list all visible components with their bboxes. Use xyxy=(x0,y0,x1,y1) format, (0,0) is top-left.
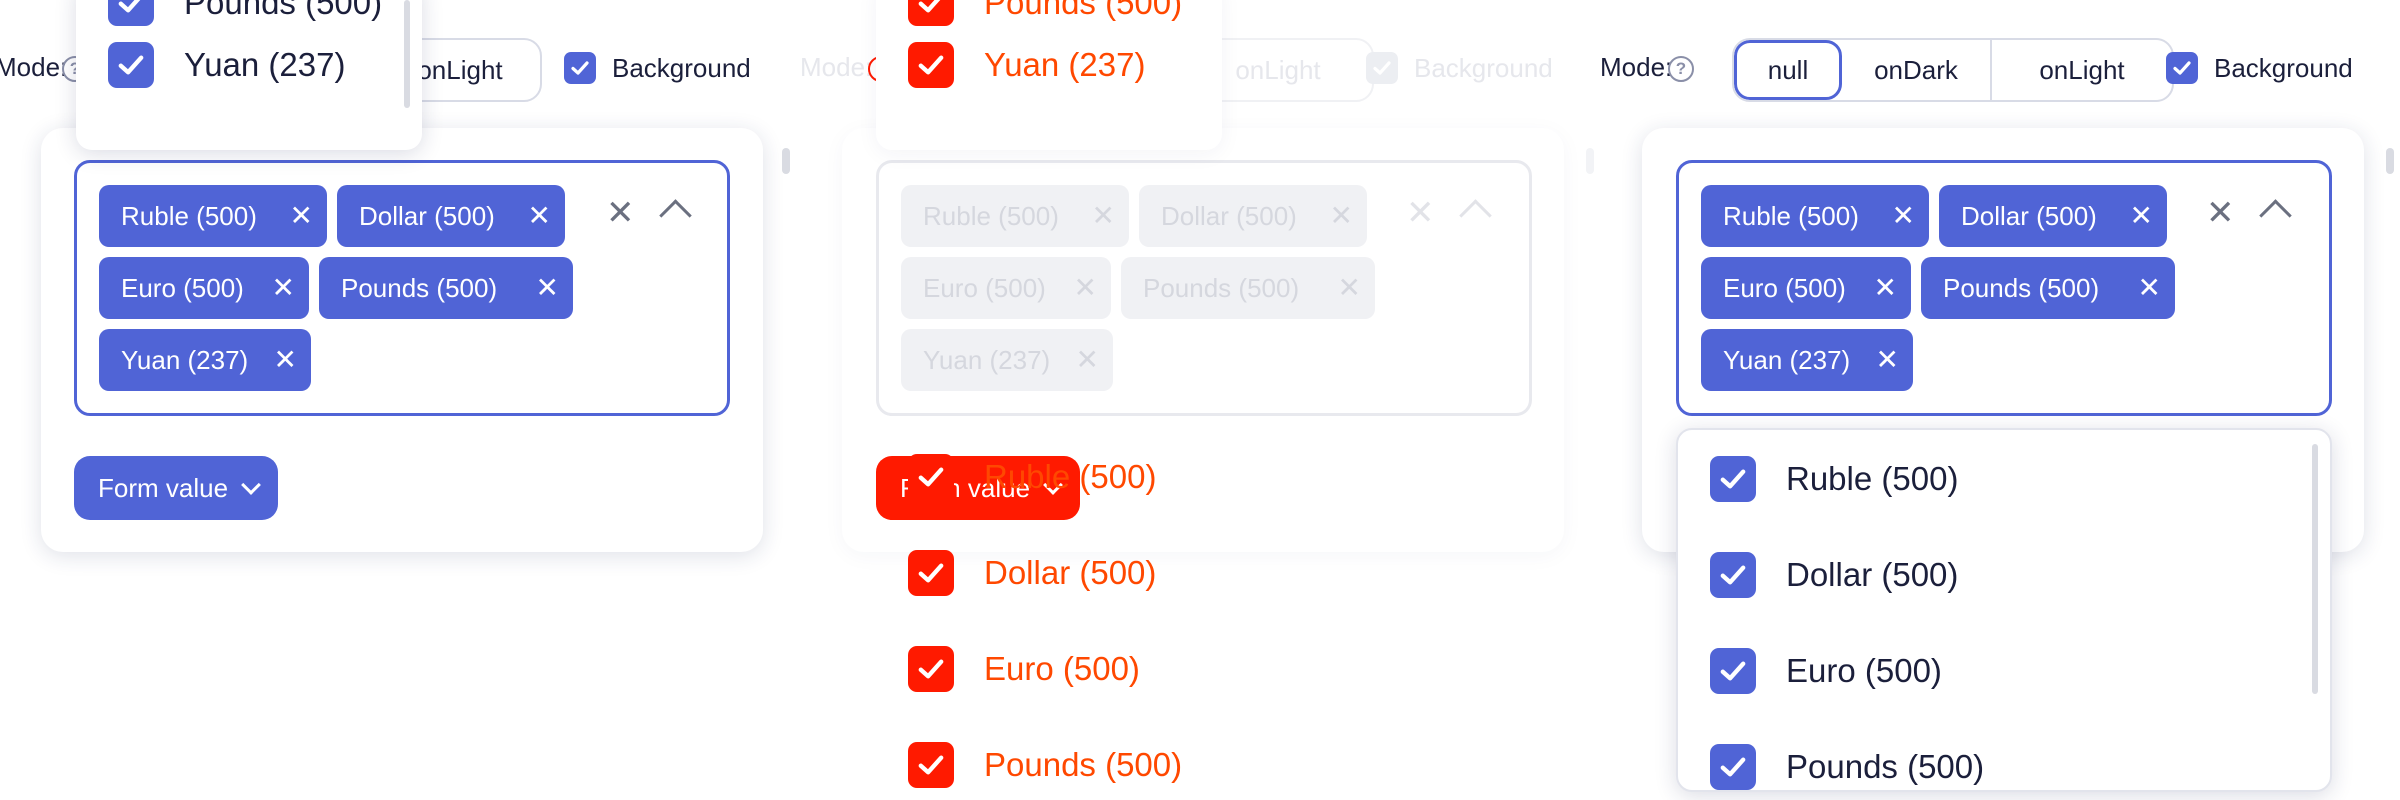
tag-remove-icon[interactable]: ✕ xyxy=(274,346,297,374)
segment-onlight[interactable]: onLight xyxy=(1992,40,2172,100)
tag-pounds: Pounds (500) ✕ xyxy=(1921,257,2175,319)
tag-euro: Euro (500) ✕ xyxy=(99,257,309,319)
background-checkbox[interactable]: Background xyxy=(2166,52,2353,84)
checkbox-checked-icon xyxy=(1710,744,1756,790)
tag-remove-icon[interactable]: ✕ xyxy=(1892,202,1915,230)
tag-remove-icon[interactable]: ✕ xyxy=(2138,274,2161,302)
card-scrollbar[interactable] xyxy=(1586,148,1594,174)
background-label: Background xyxy=(612,52,751,83)
demo-panel-2: Mode: ? null onDark onLight Background R… xyxy=(800,0,1600,800)
options-list-bottom: Ruble (500) Dollar (500) Euro (500) Poun… xyxy=(876,430,1276,800)
dropdown-scrollbar[interactable] xyxy=(2312,444,2318,694)
tag-dollar: Dollar (500) ✕ xyxy=(337,185,565,247)
tag-yuan: Yuan (237) ✕ xyxy=(1701,329,1913,391)
segment-onlight[interactable]: onLight xyxy=(1198,40,1358,100)
demo-panel-3: Mode: ? null onDark onLight Background R… xyxy=(1600,0,2400,800)
tag-remove-icon[interactable]: ✕ xyxy=(528,202,551,230)
tag-ruble: Ruble (500) ✕ xyxy=(1701,185,1929,247)
tag-remove-icon[interactable]: ✕ xyxy=(1876,346,1899,374)
clear-icon[interactable]: ✕ xyxy=(606,196,635,230)
checkbox-checked-icon xyxy=(908,42,954,88)
checkbox-checked-icon xyxy=(108,42,154,88)
checkbox-checked-icon xyxy=(1366,52,1398,84)
option-ruble[interactable]: Ruble (500) xyxy=(1710,456,1958,502)
tag-ruble: Ruble (500) ✕ xyxy=(901,185,1129,247)
options-dropdown: Ruble (500) Dollar (500) Euro (500) Poun… xyxy=(1676,428,2332,792)
tag-remove-icon[interactable]: ✕ xyxy=(272,274,295,302)
tag-dollar: Dollar (500) ✕ xyxy=(1139,185,1367,247)
tag-remove-icon[interactable]: ✕ xyxy=(536,274,559,302)
mode-label: Mode: xyxy=(800,52,873,82)
checkbox-checked-icon xyxy=(1710,648,1756,694)
tag-remove-icon: ✕ xyxy=(1073,272,1097,303)
option-pounds[interactable]: Pounds (500) xyxy=(1710,744,1984,790)
option-pounds[interactable]: Pounds (500) xyxy=(908,742,1182,788)
chevron-down-icon xyxy=(241,475,261,495)
tag-remove-icon: ✕ xyxy=(1075,344,1099,375)
tag-euro: Euro (500) ✕ xyxy=(1701,257,1911,319)
card-scrollbar[interactable] xyxy=(782,148,790,174)
option-dollar[interactable]: Dollar (500) xyxy=(1710,552,1958,598)
tag-pounds: Pounds (500) ✕ xyxy=(319,257,573,319)
tag-remove-icon: ✕ xyxy=(1329,200,1353,231)
mode-segmented-control: null onDark onLight xyxy=(1732,38,2174,102)
checkbox-checked-icon xyxy=(564,52,596,84)
segment-null[interactable]: null xyxy=(1734,40,1842,100)
clear-icon[interactable]: ✕ xyxy=(2206,196,2235,230)
tag-remove-icon: ✕ xyxy=(1337,272,1361,303)
checkbox-checked-icon xyxy=(908,454,954,500)
tag-remove-icon: ✕ xyxy=(1091,200,1115,231)
checkbox-checked-icon xyxy=(908,0,954,26)
form-value-button[interactable]: Form value xyxy=(74,456,279,520)
demo-panel-1: Mode: ? null onDark onLight Background R… xyxy=(0,0,800,800)
background-label: Background xyxy=(1414,52,1553,83)
checkbox-checked-icon xyxy=(908,550,954,596)
segment-ondark[interactable]: onDark xyxy=(1842,40,1992,100)
checkbox-checked-icon xyxy=(2166,52,2198,84)
dropdown-scrollbar[interactable] xyxy=(404,0,410,108)
help-icon[interactable]: ? xyxy=(1668,56,1694,82)
option-yuan[interactable]: Yuan (237) xyxy=(908,42,1145,88)
options-dropdown: Pounds (500) Yuan (237) xyxy=(76,0,422,150)
mode-label: Mode: xyxy=(1600,52,1673,82)
option-pounds[interactable]: Pounds (500) xyxy=(108,0,382,26)
checkbox-checked-icon xyxy=(1710,552,1756,598)
option-yuan[interactable]: Yuan (237) xyxy=(108,42,345,88)
option-dollar[interactable]: Dollar (500) xyxy=(908,550,1156,596)
option-euro[interactable]: Euro (500) xyxy=(908,646,1140,692)
tag-remove-icon[interactable]: ✕ xyxy=(1874,274,1897,302)
option-euro[interactable]: Euro (500) xyxy=(1710,648,1942,694)
tag-pounds: Pounds (500) ✕ xyxy=(1121,257,1375,319)
tag-remove-icon[interactable]: ✕ xyxy=(2130,202,2153,230)
option-pounds[interactable]: Pounds (500) xyxy=(908,0,1182,26)
checkbox-checked-icon xyxy=(908,742,954,788)
tag-yuan: Yuan (237) ✕ xyxy=(901,329,1113,391)
background-label: Background xyxy=(2214,52,2353,83)
options-dropdown-top: Pounds (500) Yuan (237) xyxy=(876,0,1222,150)
tag-dollar: Dollar (500) ✕ xyxy=(1939,185,2167,247)
option-ruble[interactable]: Ruble (500) xyxy=(908,454,1156,500)
checkbox-checked-icon xyxy=(1710,456,1756,502)
mode-label: Mode: xyxy=(0,52,68,82)
background-checkbox[interactable]: Background xyxy=(564,52,751,84)
background-checkbox[interactable]: Background xyxy=(1366,52,1553,84)
card-scrollbar[interactable] xyxy=(2386,148,2394,174)
clear-icon: ✕ xyxy=(1406,194,1435,232)
checkbox-checked-icon xyxy=(108,0,154,26)
tag-ruble: Ruble (500) ✕ xyxy=(99,185,327,247)
checkbox-checked-icon xyxy=(908,646,954,692)
tag-euro: Euro (500) ✕ xyxy=(901,257,1111,319)
tag-remove-icon[interactable]: ✕ xyxy=(290,202,313,230)
tag-yuan: Yuan (237) ✕ xyxy=(99,329,311,391)
